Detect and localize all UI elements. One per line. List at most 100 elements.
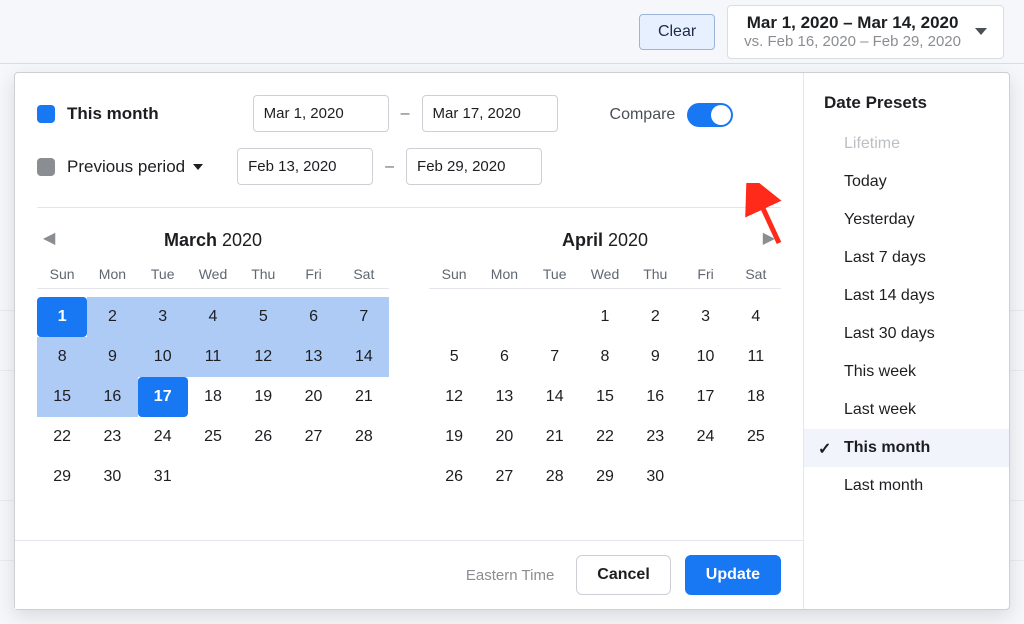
range-label-previous-text: Previous period bbox=[67, 157, 185, 177]
calendar-day[interactable]: 22 bbox=[580, 417, 630, 457]
dow-cell: Fri bbox=[288, 266, 338, 282]
dow-cell: Sat bbox=[731, 266, 781, 282]
calendar-day[interactable]: 17 bbox=[138, 377, 188, 417]
dow-cell: Tue bbox=[530, 266, 580, 282]
update-button[interactable]: Update bbox=[685, 555, 781, 595]
calendar-day[interactable]: 8 bbox=[37, 337, 87, 377]
dow-cell: Thu bbox=[630, 266, 680, 282]
calendar-day[interactable]: 7 bbox=[530, 337, 580, 377]
preset-today[interactable]: Today bbox=[804, 163, 1009, 201]
calendar-day[interactable]: 5 bbox=[429, 337, 479, 377]
clear-button[interactable]: Clear bbox=[639, 14, 715, 50]
calendar-day[interactable]: 27 bbox=[288, 417, 338, 457]
prev-month-button[interactable]: ◀ bbox=[43, 228, 55, 248]
preset-label: Last 30 days bbox=[844, 325, 935, 342]
preset-this-week[interactable]: This week bbox=[804, 353, 1009, 391]
calendar-day[interactable]: 30 bbox=[630, 457, 680, 497]
calendar-day[interactable]: 1 bbox=[580, 297, 630, 337]
calendar-day[interactable]: 15 bbox=[580, 377, 630, 417]
day-of-week-header: SunMonTueWedThuFriSat bbox=[429, 266, 781, 289]
preset-label: This week bbox=[844, 363, 916, 380]
calendar-day[interactable]: 26 bbox=[238, 417, 288, 457]
calendar-day[interactable]: 2 bbox=[630, 297, 680, 337]
calendar-day[interactable]: 11 bbox=[188, 337, 238, 377]
calendar-day[interactable]: 28 bbox=[530, 457, 580, 497]
calendar-day[interactable]: 18 bbox=[731, 377, 781, 417]
calendar-day[interactable]: 3 bbox=[680, 297, 730, 337]
calendar-day[interactable]: 26 bbox=[429, 457, 479, 497]
calendar-day[interactable]: 12 bbox=[238, 337, 288, 377]
calendar-day[interactable]: 19 bbox=[429, 417, 479, 457]
top-toolbar: Clear Mar 1, 2020 – Mar 14, 2020 vs. Feb… bbox=[0, 0, 1024, 64]
dow-cell: Mon bbox=[87, 266, 137, 282]
calendar-day[interactable]: 4 bbox=[188, 297, 238, 337]
preset-last-7-days[interactable]: Last 7 days bbox=[804, 239, 1009, 277]
calendar-day[interactable]: 20 bbox=[479, 417, 529, 457]
dow-cell: Fri bbox=[680, 266, 730, 282]
calendar-day[interactable]: 16 bbox=[87, 377, 137, 417]
calendar-day[interactable]: 6 bbox=[479, 337, 529, 377]
date-range-dropdown-trigger[interactable]: Mar 1, 2020 – Mar 14, 2020 vs. Feb 16, 2… bbox=[727, 5, 1004, 59]
preset-last-week[interactable]: Last week bbox=[804, 391, 1009, 429]
calendar-title: March 2020 bbox=[164, 230, 262, 251]
calendar-day[interactable]: 23 bbox=[630, 417, 680, 457]
calendar-day[interactable]: 30 bbox=[87, 457, 137, 497]
calendar-day[interactable]: 2 bbox=[87, 297, 137, 337]
preset-label: Last month bbox=[844, 477, 923, 494]
compare-toggle[interactable] bbox=[687, 103, 733, 127]
calendar-day[interactable]: 3 bbox=[138, 297, 188, 337]
calendar-day[interactable]: 21 bbox=[339, 377, 389, 417]
calendar-day[interactable]: 31 bbox=[138, 457, 188, 497]
range-label-previous[interactable]: Previous period bbox=[67, 157, 203, 177]
calendar-day[interactable]: 25 bbox=[188, 417, 238, 457]
calendar-day[interactable]: 7 bbox=[339, 297, 389, 337]
calendar-day[interactable]: 12 bbox=[429, 377, 479, 417]
calendar-day[interactable]: 5 bbox=[238, 297, 288, 337]
calendar-day[interactable]: 24 bbox=[680, 417, 730, 457]
calendar-day[interactable]: 10 bbox=[138, 337, 188, 377]
calendar-day[interactable]: 23 bbox=[87, 417, 137, 457]
calendar-day[interactable]: 19 bbox=[238, 377, 288, 417]
calendar-day[interactable]: 16 bbox=[630, 377, 680, 417]
cancel-button[interactable]: Cancel bbox=[576, 555, 670, 595]
calendar-day[interactable]: 18 bbox=[188, 377, 238, 417]
preset-yesterday[interactable]: Yesterday bbox=[804, 201, 1009, 239]
this-month-end-input[interactable] bbox=[422, 95, 558, 132]
calendar-day[interactable]: 14 bbox=[530, 377, 580, 417]
calendar-day[interactable]: 17 bbox=[680, 377, 730, 417]
calendar-day[interactable]: 9 bbox=[630, 337, 680, 377]
calendar-day[interactable]: 20 bbox=[288, 377, 338, 417]
calendar-day[interactable]: 6 bbox=[288, 297, 338, 337]
calendar-day[interactable]: 28 bbox=[339, 417, 389, 457]
preset-last-14-days[interactable]: Last 14 days bbox=[804, 277, 1009, 315]
calendar-day[interactable]: 1 bbox=[37, 297, 87, 337]
this-month-start-input[interactable] bbox=[253, 95, 389, 132]
calendar-day[interactable]: 24 bbox=[138, 417, 188, 457]
caret-down-icon bbox=[193, 164, 203, 170]
range-dash: – bbox=[401, 105, 410, 123]
calendar-day[interactable]: 13 bbox=[479, 377, 529, 417]
preset-this-month[interactable]: ✓This month bbox=[804, 429, 1009, 467]
preset-last-month[interactable]: Last month bbox=[804, 467, 1009, 505]
previous-end-input[interactable] bbox=[406, 148, 542, 185]
calendar-day[interactable]: 29 bbox=[580, 457, 630, 497]
calendar-day[interactable]: 10 bbox=[680, 337, 730, 377]
calendar-day[interactable]: 14 bbox=[339, 337, 389, 377]
previous-start-input[interactable] bbox=[237, 148, 373, 185]
date-range-panel: This month – Compare Previous period – bbox=[14, 72, 1010, 610]
calendar-day[interactable]: 21 bbox=[530, 417, 580, 457]
preset-last-30-days[interactable]: Last 30 days bbox=[804, 315, 1009, 353]
calendar-day[interactable]: 22 bbox=[37, 417, 87, 457]
calendar-day[interactable]: 4 bbox=[731, 297, 781, 337]
calendar-day[interactable]: 9 bbox=[87, 337, 137, 377]
calendar-day[interactable]: 25 bbox=[731, 417, 781, 457]
range-dash: – bbox=[385, 158, 394, 176]
calendar-day[interactable]: 13 bbox=[288, 337, 338, 377]
calendar-day[interactable]: 29 bbox=[37, 457, 87, 497]
calendars: ◀ March 2020 SunMonTueWedThuFriSat 12345… bbox=[37, 207, 781, 497]
calendar-day[interactable]: 8 bbox=[580, 337, 630, 377]
calendar-day[interactable]: 27 bbox=[479, 457, 529, 497]
calendar-day[interactable]: 11 bbox=[731, 337, 781, 377]
next-month-button[interactable]: ▶ bbox=[763, 228, 775, 248]
calendar-day[interactable]: 15 bbox=[37, 377, 87, 417]
